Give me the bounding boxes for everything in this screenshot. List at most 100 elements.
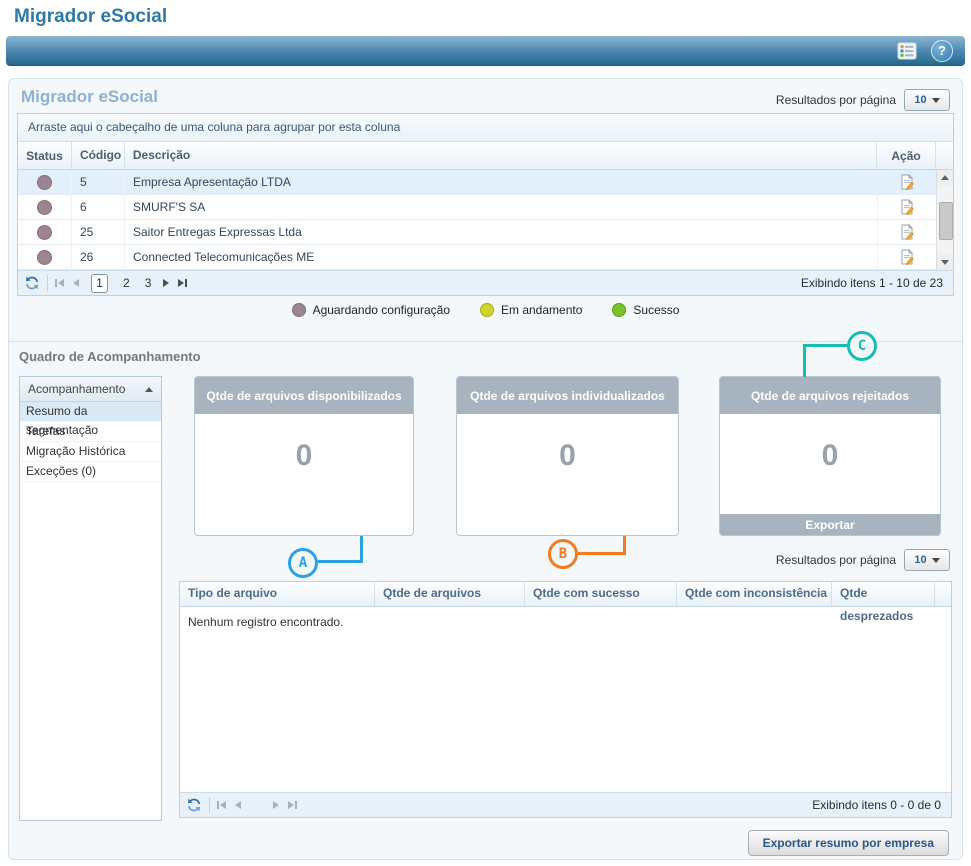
- sidebar-item-resumo-da-segmentacao[interactable]: Resumo da segmentação: [20, 402, 161, 422]
- companies-table-header: Status Código Descrição Ação: [18, 142, 953, 170]
- column-header-qtde-desprezados[interactable]: Qtde desprezados: [832, 582, 935, 606]
- prev-page-button[interactable]: [235, 801, 241, 809]
- page-number[interactable]: 2: [123, 276, 130, 290]
- column-header-qtde-com-inconsistencia[interactable]: Qtde com inconsistência: [677, 582, 832, 606]
- card-arquivos-disponibilizados: Qtde de arquivos disponibilizados 0: [194, 376, 414, 536]
- callout-a-badge: A: [288, 548, 318, 578]
- column-header-acao[interactable]: Ação: [877, 142, 936, 169]
- status-aguardando-icon: [292, 303, 306, 317]
- sidebar-header-acompanhamento[interactable]: Acompanhamento: [20, 377, 161, 402]
- column-header-qtde-de-arquivos[interactable]: Qtde de arquivos: [375, 582, 525, 606]
- files-table-empty-message: Nenhum registro encontrado.: [180, 607, 951, 792]
- cell-codigo: 5: [72, 170, 125, 194]
- table-row[interactable]: 25 Saitor Entregas Expressas Ltda: [18, 220, 953, 245]
- last-page-button[interactable]: [178, 279, 187, 287]
- edit-record-icon[interactable]: [878, 195, 937, 219]
- column-header-tipo-de-arquivo[interactable]: Tipo de arquivo: [180, 582, 375, 606]
- status-andamento-icon: [480, 303, 494, 317]
- files-table: Tipo de arquivo Qtde de arquivos Qtde co…: [179, 581, 952, 818]
- column-header-descricao[interactable]: Descrição: [125, 142, 877, 169]
- page-number-current[interactable]: 1: [91, 274, 108, 293]
- card-value: 0: [195, 439, 413, 473]
- refresh-icon[interactable]: [186, 797, 202, 813]
- refresh-icon[interactable]: [24, 275, 40, 291]
- scroll-down-icon[interactable]: [937, 255, 953, 270]
- panel-heading: Migrador eSocial: [21, 87, 158, 107]
- status-dot-icon: [37, 175, 52, 190]
- edit-record-icon[interactable]: [878, 245, 937, 269]
- pager-nav: 1 2 3: [55, 274, 187, 293]
- first-page-button[interactable]: [217, 801, 226, 809]
- collapse-arrow-icon: [145, 387, 153, 392]
- results-per-page-mid: Resultados por página 10: [776, 549, 950, 571]
- sidebar-item-migracao-historica[interactable]: Migração Histórica: [20, 442, 161, 462]
- pagination-summary: Exibindo itens 0 - 0 de 0: [812, 798, 945, 812]
- vertical-scrollbar[interactable]: [936, 170, 953, 270]
- scroll-up-icon[interactable]: [937, 170, 953, 185]
- callout-a-line: [318, 560, 363, 563]
- edit-record-icon[interactable]: [878, 170, 937, 194]
- companies-pagination-bar: 1 2 3 Exibindo itens 1 - 10 de 23: [18, 270, 953, 295]
- next-page-button[interactable]: [273, 801, 279, 809]
- exportar-button[interactable]: Exportar: [720, 514, 940, 535]
- card-arquivos-rejeitados: Qtde de arquivos rejeitados 0 Exportar: [719, 376, 941, 536]
- cell-codigo: 25: [72, 220, 125, 244]
- column-header-status[interactable]: Status: [18, 142, 72, 169]
- first-page-button[interactable]: [55, 279, 64, 287]
- status-legend: Aguardando configuração Em andamento Suc…: [9, 303, 962, 317]
- sidebar-item-excecoes[interactable]: Exceções (0): [20, 462, 161, 482]
- edit-record-icon[interactable]: [878, 220, 937, 244]
- cell-codigo: 26: [72, 245, 125, 269]
- column-header-codigo[interactable]: Código: [72, 142, 125, 169]
- exportar-resumo-por-empresa-button[interactable]: Exportar resumo por empresa: [748, 830, 949, 856]
- main-panel: Migrador eSocial Resultados por página 1…: [8, 78, 963, 860]
- card-value: 0: [720, 439, 940, 473]
- migrador-esocial-app: Migrador eSocial ? Migrador eSocial Resu…: [0, 0, 971, 866]
- legend-item: Aguardando configuração: [292, 303, 450, 317]
- chevron-down-icon: [932, 558, 940, 563]
- results-per-page-label: Resultados por página: [776, 553, 896, 567]
- results-per-page-dropdown[interactable]: 10: [904, 549, 950, 571]
- column-header-spacer: [935, 582, 951, 606]
- legend-item: Em andamento: [480, 303, 582, 317]
- prev-page-button[interactable]: [73, 279, 79, 287]
- results-per-page-dropdown[interactable]: 10: [904, 89, 950, 111]
- cell-descricao: SMURF'S SA: [125, 195, 878, 219]
- table-row[interactable]: 5 Empresa Apresentação LTDA: [18, 170, 953, 195]
- report-list-icon[interactable]: [897, 42, 917, 60]
- status-dot-icon: [37, 225, 52, 240]
- next-page-button[interactable]: [163, 279, 169, 287]
- last-page-button[interactable]: [288, 801, 297, 809]
- chevron-down-icon: [932, 98, 940, 103]
- column-header-qtde-com-sucesso[interactable]: Qtde com sucesso: [525, 582, 677, 606]
- help-icon[interactable]: ?: [931, 40, 953, 62]
- page-number[interactable]: 3: [145, 276, 152, 290]
- callout-b-badge: B: [548, 539, 578, 569]
- column-header-spacer: [936, 142, 953, 169]
- divider: [47, 275, 48, 291]
- top-toolbar: ?: [6, 36, 965, 66]
- section-divider: [9, 341, 962, 342]
- group-by-drop-zone[interactable]: Arraste aqui o cabeçalho de uma coluna p…: [18, 114, 953, 142]
- callout-a-line: [360, 536, 363, 563]
- section-title: Quadro de Acompanhamento: [19, 349, 201, 364]
- table-row[interactable]: 6 SMURF'S SA: [18, 195, 953, 220]
- files-table-header: Tipo de arquivo Qtde de arquivos Qtde co…: [180, 582, 951, 607]
- page-title: Migrador eSocial: [14, 6, 167, 28]
- scrollbar-thumb[interactable]: [939, 202, 953, 240]
- legend-item: Sucesso: [612, 303, 679, 317]
- callout-c-badge: C: [847, 331, 877, 361]
- card-arquivos-individualizados: Qtde de arquivos individualizados 0: [456, 376, 679, 536]
- card-title: Qtde de arquivos disponibilizados: [195, 377, 413, 414]
- pager-nav: [217, 801, 297, 809]
- results-per-page-label: Resultados por página: [776, 93, 896, 107]
- companies-table-rows: 5 Empresa Apresentação LTDA 6 SMURF'S SA: [18, 170, 953, 270]
- pagination-summary: Exibindo itens 1 - 10 de 23: [801, 276, 947, 290]
- companies-table: Arraste aqui o cabeçalho de uma coluna p…: [17, 113, 954, 296]
- files-pagination-bar: Exibindo itens 0 - 0 de 0: [180, 792, 951, 817]
- table-row[interactable]: 26 Connected Telecomunicações ME: [18, 245, 953, 270]
- status-dot-icon: [37, 200, 52, 215]
- divider: [209, 797, 210, 813]
- callout-c-line: [803, 344, 806, 377]
- cell-descricao: Connected Telecomunicações ME: [125, 245, 878, 269]
